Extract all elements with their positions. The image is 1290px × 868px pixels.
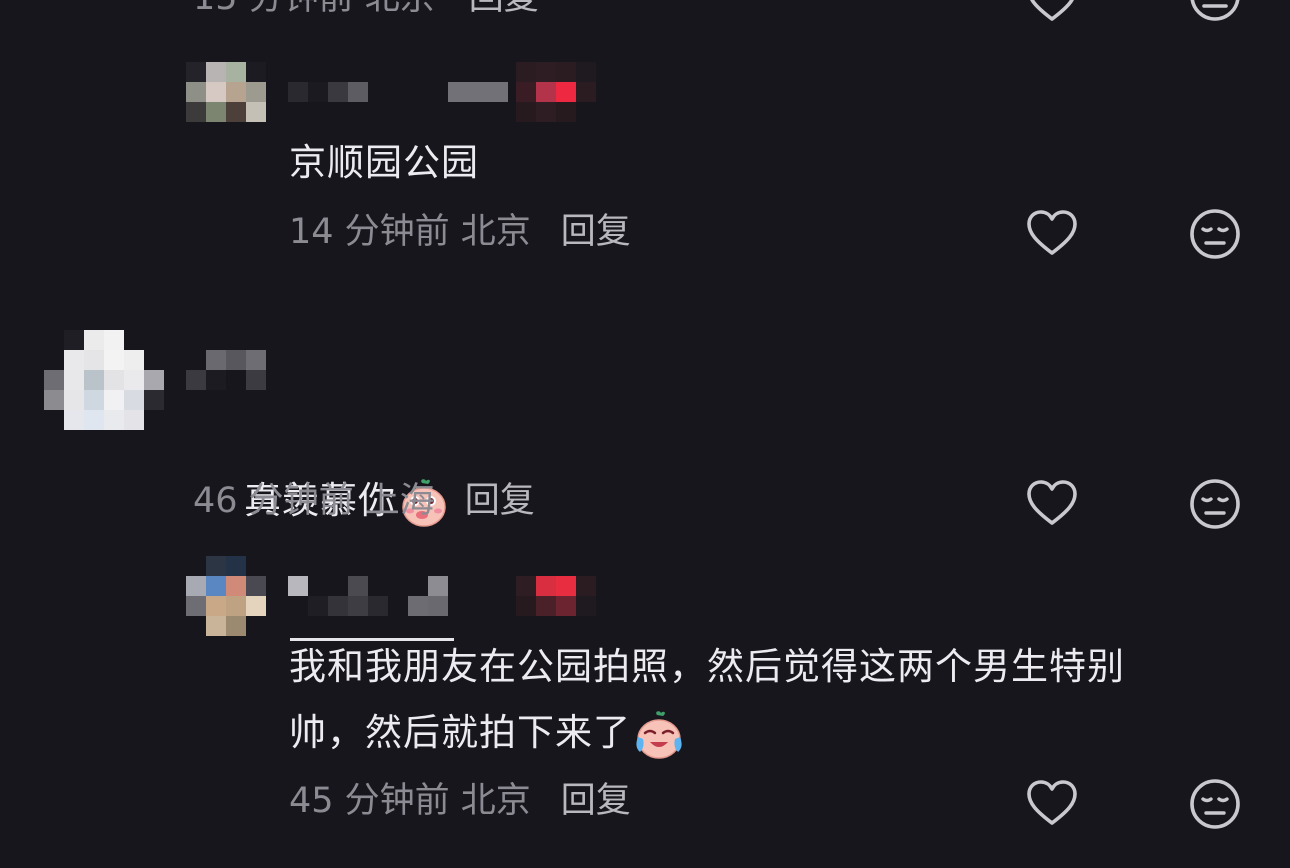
comment-2-username[interactable] bbox=[186, 350, 286, 390]
comment-0-time-location: 15 分钟前 北京 bbox=[193, 0, 435, 18]
comment-list: 15 分钟前 北京回复 京顺园公园 14 分钟前 北京回复 bbox=[0, 0, 1290, 868]
comment-1-unamused-face-icon[interactable] bbox=[1187, 206, 1243, 262]
comment-3-author-badge bbox=[516, 576, 596, 616]
comment-3-unamused-face-icon[interactable] bbox=[1187, 776, 1243, 832]
comment-1-like-heart-icon[interactable] bbox=[1024, 206, 1080, 262]
comment-2-meta: 46 分钟前 上海 回复 bbox=[193, 481, 535, 521]
comment-2-time-location: 46 分钟前 上海 bbox=[193, 481, 435, 521]
comment-1-text: 京顺园公园 bbox=[289, 141, 479, 184]
comment-1-reply-button[interactable]: 回复 bbox=[561, 212, 631, 252]
comment-3-reply-button[interactable]: 回复 bbox=[561, 781, 631, 821]
comment-0-reply-button[interactable]: 回复 bbox=[469, 0, 539, 18]
comment-0-unamused-face-icon[interactable] bbox=[1187, 0, 1243, 24]
comment-3-like-heart-icon[interactable] bbox=[1024, 776, 1080, 832]
comment-2-like-heart-icon[interactable] bbox=[1024, 476, 1080, 532]
comment-2-avatar[interactable] bbox=[44, 330, 164, 430]
comment-1-username[interactable] bbox=[288, 82, 508, 102]
comment-3-username[interactable] bbox=[288, 576, 448, 616]
comment-1-avatar[interactable] bbox=[186, 62, 266, 122]
comment-3-meta: 45 分钟前 北京 回复 bbox=[289, 781, 631, 821]
comment-1-meta: 14 分钟前 北京 回复 bbox=[289, 212, 631, 252]
comment-1-author-badge bbox=[516, 62, 596, 122]
comment-0-like-heart-icon[interactable] bbox=[1024, 0, 1080, 28]
comment-2-reply-button[interactable]: 回复 bbox=[465, 481, 535, 521]
comment-0-meta: 15 分钟前 北京 回复 bbox=[193, 0, 539, 18]
comment-3-time-location: 45 分钟前 北京 bbox=[289, 781, 531, 821]
comment-1-time-location: 14 分钟前 北京 bbox=[289, 212, 531, 252]
comment-3-avatar[interactable] bbox=[186, 556, 266, 636]
crying-face-emoji bbox=[636, 710, 682, 759]
comment-2-unamused-face-icon[interactable] bbox=[1187, 476, 1243, 532]
comment-3-text: 我和我朋友在公园拍照，然后觉得这两个男生特别 帅，然后就拍下来了 bbox=[289, 634, 1125, 766]
